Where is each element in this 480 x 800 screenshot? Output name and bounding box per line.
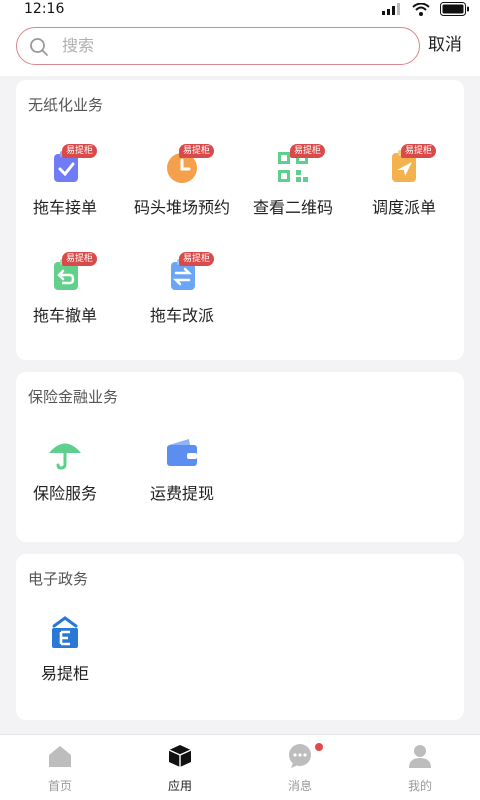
app-badge: 易提柜: [179, 252, 215, 266]
status-bar: 12:16: [0, 0, 480, 18]
app-badge: 易提柜: [179, 144, 215, 158]
app-label: 易提柜: [40, 664, 89, 683]
section-title: 保险金融业务: [28, 388, 119, 406]
app-badge: 易提柜: [401, 144, 437, 158]
e-box-icon: [52, 616, 78, 648]
tab-label: 首页: [47, 779, 72, 793]
wifi-icon: [412, 2, 430, 16]
app-dispatch[interactable]: 易提柜 调度派单: [349, 144, 459, 228]
umbrella-icon: [49, 443, 81, 470]
section-e-government: 电子政务 易提柜: [16, 554, 464, 720]
app-insurance[interactable]: 保险服务: [10, 434, 120, 514]
search-placeholder: 搜索: [62, 36, 95, 55]
home-icon: [49, 746, 71, 767]
unread-dot: [315, 743, 323, 751]
app-qr-code[interactable]: 易提柜 查看二维码: [238, 144, 348, 228]
tab-bar: 首页 应用 消息 我的: [0, 734, 480, 800]
section-paperless: 无纸化业务 易提柜 拖车接单 易提柜 码头堆场预约 易提柜 查看二维码 易提柜 …: [16, 80, 464, 360]
tab-home[interactable]: 首页: [0, 735, 120, 800]
cube-icon: [168, 745, 192, 767]
app-tow-reassign[interactable]: 易提柜 拖车改派: [127, 252, 237, 336]
cancel-button[interactable]: 取消: [428, 33, 462, 57]
search-icon: [30, 38, 48, 56]
search-input[interactable]: 搜索: [16, 27, 420, 65]
app-label: 拖车改派: [149, 306, 214, 325]
app-label: 调度派单: [371, 198, 436, 217]
app-label: 运费提现: [149, 484, 214, 503]
app-badge: 易提柜: [290, 144, 326, 158]
status-icons: [382, 2, 470, 16]
app-tow-accept[interactable]: 易提柜 拖车接单: [10, 144, 120, 228]
section-title: 无纸化业务: [28, 96, 104, 114]
app-label: 码头堆场预约: [133, 198, 230, 217]
search-bar: 搜索 取消: [0, 18, 480, 76]
section-insurance-finance: 保险金融业务 保险服务 运费提现: [16, 372, 464, 542]
tab-apps[interactable]: 应用: [120, 735, 240, 800]
app-badge: 易提柜: [62, 144, 98, 158]
app-yitigui[interactable]: 易提柜: [10, 614, 120, 694]
status-time: 12:16: [24, 1, 65, 17]
battery-icon: [440, 2, 469, 16]
tab-label: 消息: [287, 779, 312, 793]
app-terminal-booking[interactable]: 易提柜 码头堆场预约: [127, 144, 237, 228]
app-label: 拖车撤单: [32, 306, 97, 325]
chat-icon: [289, 744, 311, 768]
signal-icon: [382, 3, 400, 15]
wallet-icon: [167, 439, 197, 466]
tab-profile[interactable]: 我的: [360, 735, 480, 800]
app-label: 保险服务: [32, 484, 97, 503]
user-icon: [409, 745, 431, 768]
app-badge: 易提柜: [62, 252, 98, 266]
tab-label: 我的: [407, 779, 432, 793]
app-label: 查看二维码: [252, 198, 333, 217]
tab-messages[interactable]: 消息: [240, 735, 360, 800]
app-label: 拖车接单: [32, 198, 97, 217]
section-title: 电子政务: [28, 570, 89, 588]
tab-label: 应用: [167, 779, 192, 793]
app-freight-withdraw[interactable]: 运费提现: [127, 434, 237, 514]
app-tow-cancel[interactable]: 易提柜 拖车撤单: [10, 252, 120, 336]
